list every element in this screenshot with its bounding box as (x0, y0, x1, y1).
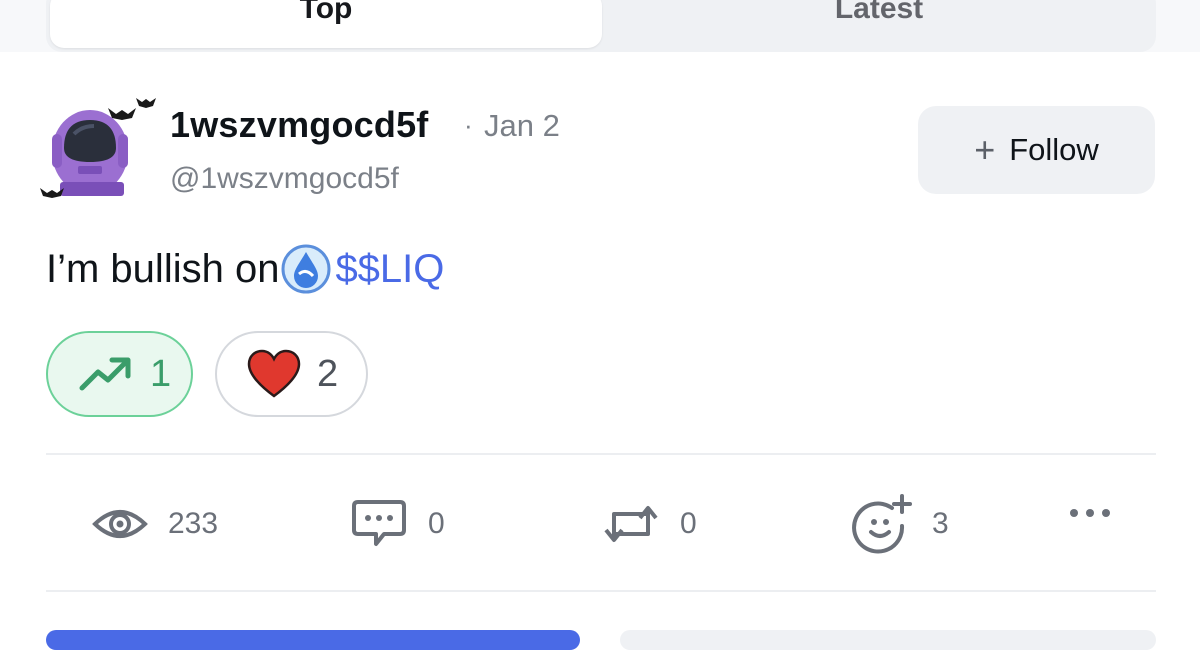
more-icon[interactable] (1066, 505, 1114, 521)
liq-token-icon[interactable] (281, 244, 331, 294)
follow-button[interactable]: + Follow (918, 106, 1155, 194)
feed-tabs: Top Latest (46, 0, 1156, 52)
secondary-button-partial[interactable] (620, 630, 1156, 650)
avatar[interactable] (38, 90, 160, 208)
add-reaction-action[interactable]: 3 (852, 494, 949, 554)
tab-latest[interactable]: Latest (606, 0, 1152, 48)
divider (46, 453, 1156, 455)
reaction-heart-count: 2 (317, 352, 339, 395)
trending-up-icon (79, 357, 131, 391)
repost-icon (604, 506, 658, 542)
views-action[interactable]: 233 (92, 498, 218, 550)
post-text: I’m bullish on (46, 246, 280, 291)
post-body: I’m bullish on $$LIQ (46, 244, 444, 294)
comments-action[interactable]: 0 (350, 498, 445, 550)
comments-count: 0 (428, 507, 445, 540)
heart-icon (247, 349, 301, 398)
tab-top-label: Top (299, 0, 353, 25)
author-handle[interactable]: @1wszvmgocd5f (170, 162, 399, 196)
follow-label: Follow (1009, 132, 1099, 167)
add-reaction-icon (852, 494, 912, 554)
reaction-trending-count: 1 (150, 352, 172, 395)
author-name[interactable]: 1wszvmgocd5f (170, 104, 428, 146)
eye-icon (92, 510, 148, 538)
reposts-count: 0 (680, 507, 697, 540)
post-date: Jan 2 (484, 108, 560, 143)
repost-action[interactable]: 0 (602, 498, 697, 550)
ticker-link[interactable]: $$LIQ (335, 247, 444, 292)
reaction-heart[interactable]: 2 (215, 331, 368, 417)
views-count: 233 (168, 507, 219, 540)
tab-top[interactable]: Top (50, 0, 602, 48)
reactions-count: 3 (932, 507, 949, 540)
comment-icon (352, 500, 406, 546)
primary-button-partial[interactable] (46, 630, 580, 650)
reaction-trending[interactable]: 1 (46, 331, 193, 417)
tab-latest-label: Latest (834, 0, 924, 25)
divider (46, 590, 1156, 592)
meta-separator: · (464, 110, 473, 140)
plus-icon: + (974, 129, 996, 170)
